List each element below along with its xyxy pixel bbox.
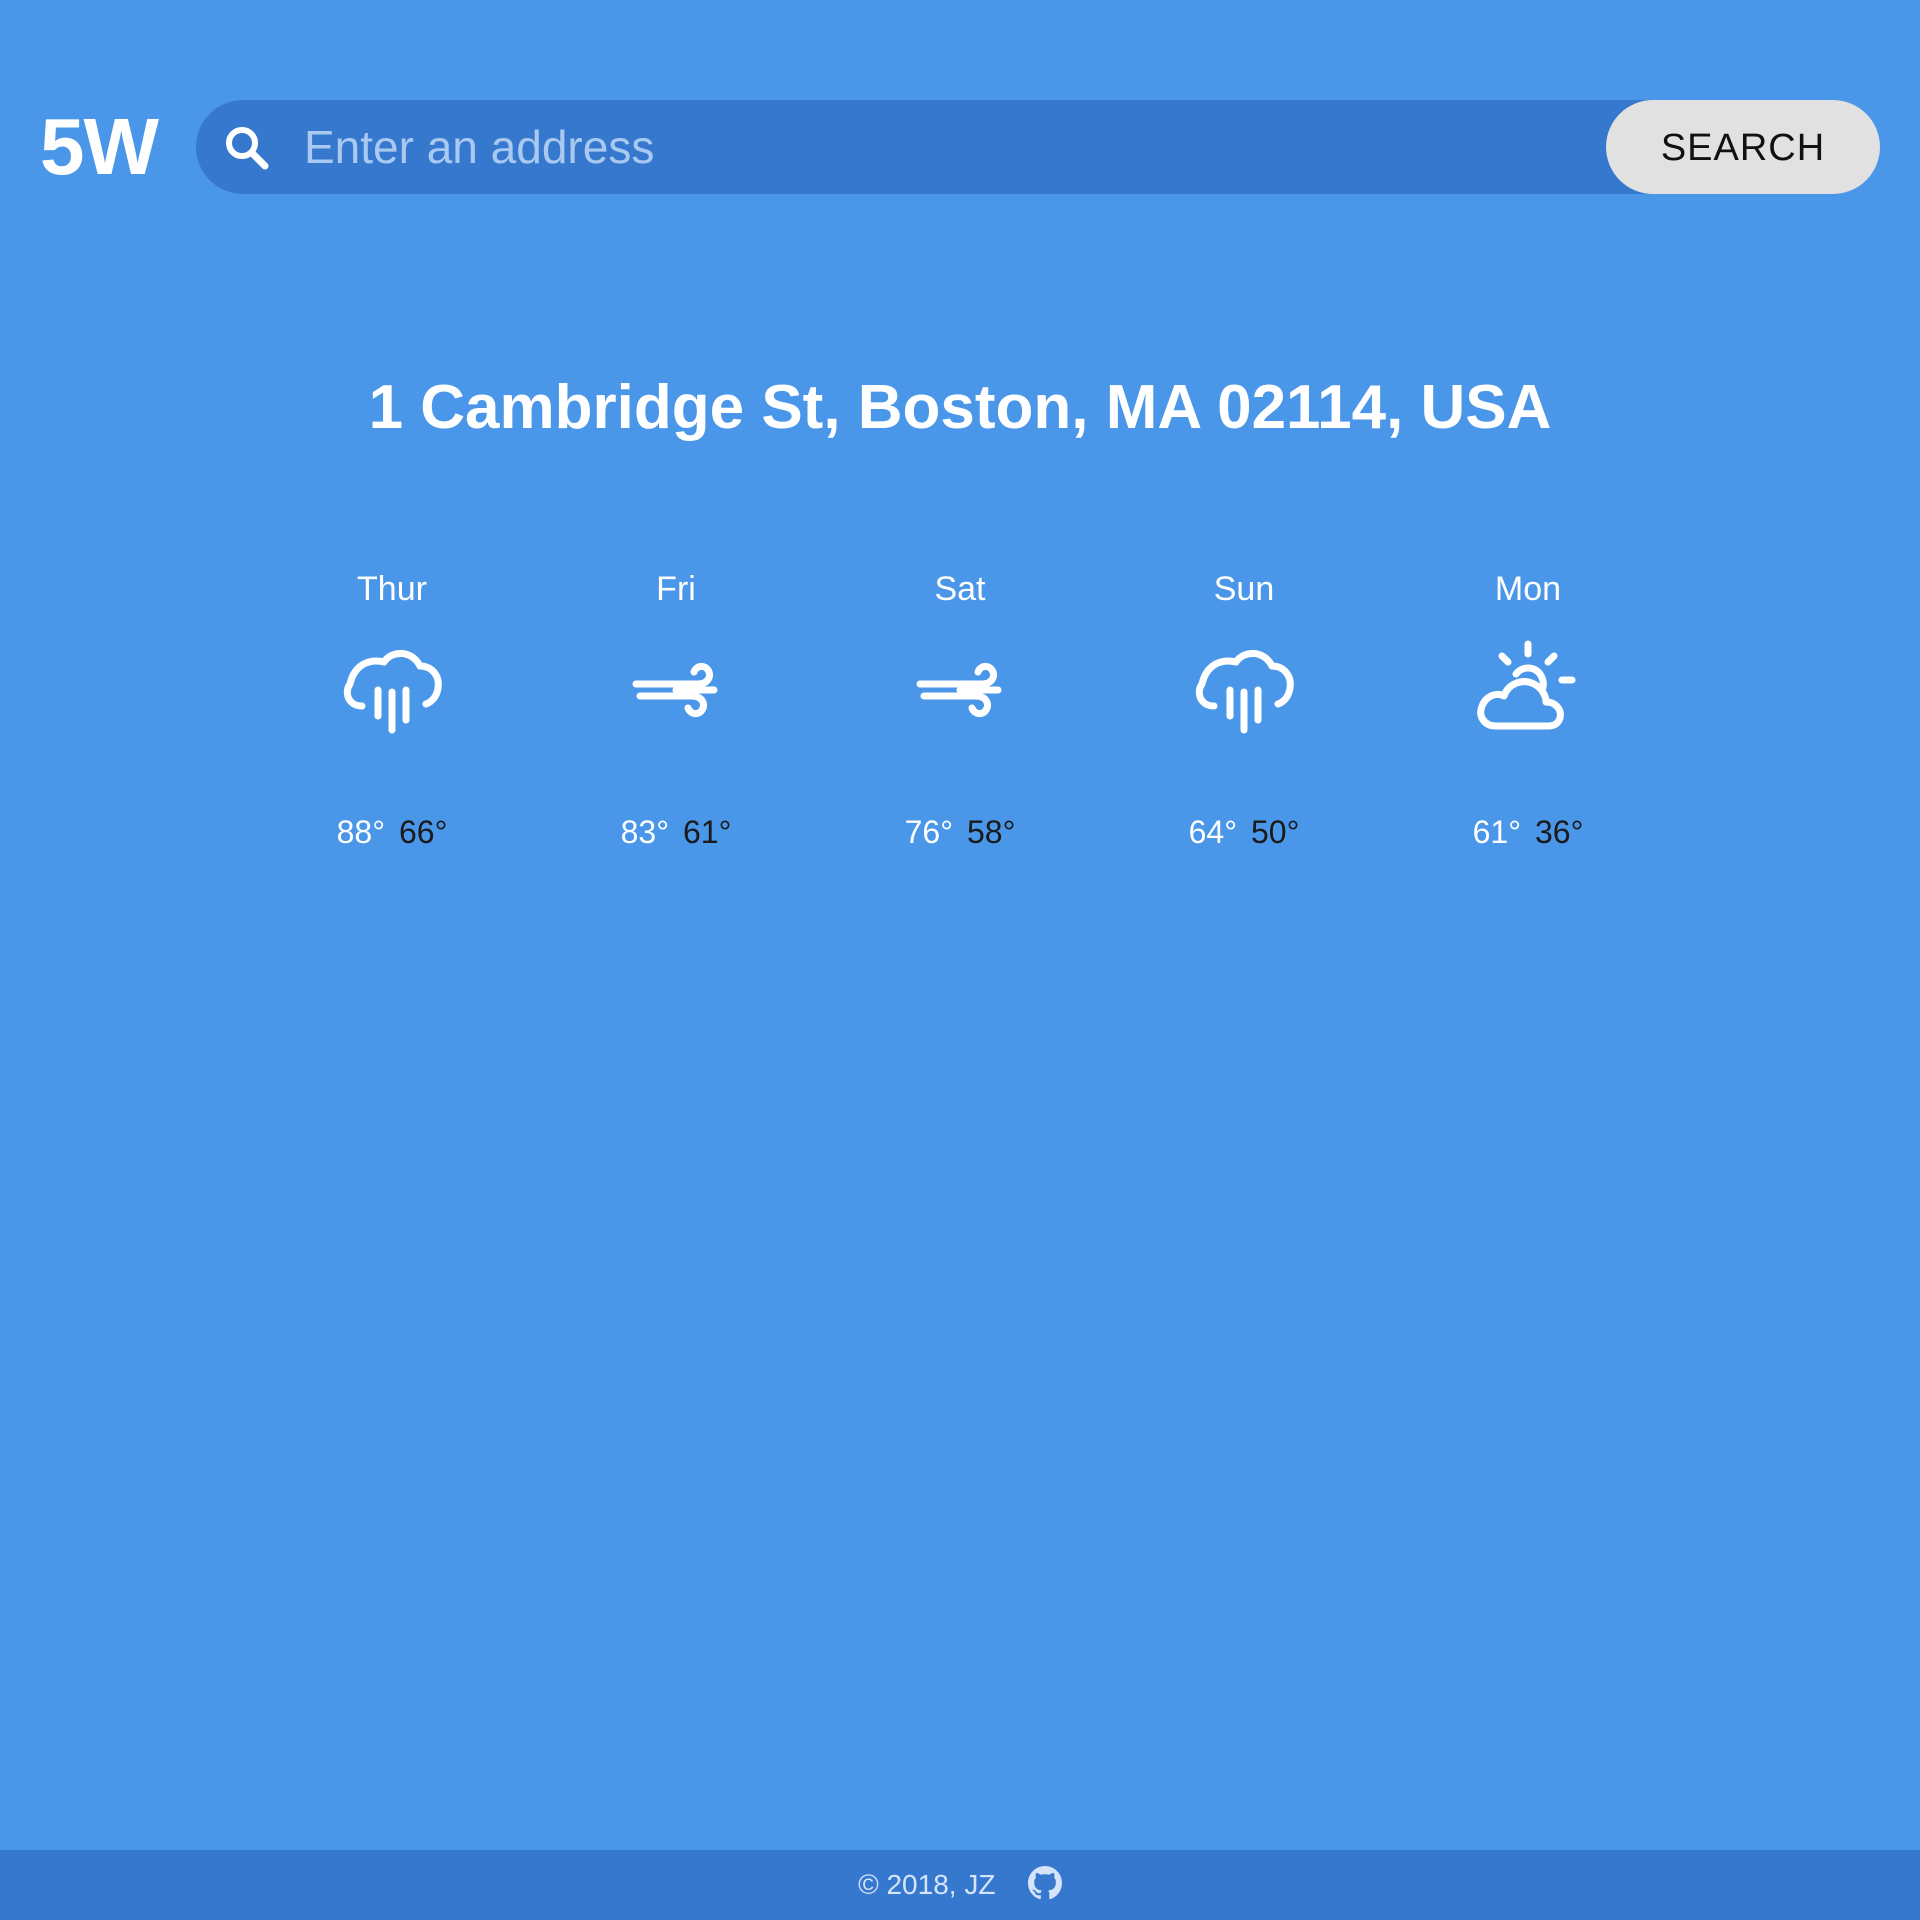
temp-high: 76° xyxy=(904,814,953,850)
copyright-text: © 2018, JZ xyxy=(858,1869,996,1900)
day-name: Mon xyxy=(1494,570,1562,608)
forecast-day: Mon 61° 36° xyxy=(1408,560,1648,860)
temperatures: 61° 36° xyxy=(1408,814,1648,851)
footer: © 2018, JZ xyxy=(0,1850,1920,1920)
temp-low: 36° xyxy=(1535,814,1584,850)
temp-low: 66° xyxy=(399,814,448,850)
temperatures: 64° 50° xyxy=(1124,814,1364,851)
temp-high: 61° xyxy=(1472,814,1521,850)
header: 5W SEARCH xyxy=(0,100,1920,194)
rain-icon xyxy=(1195,650,1294,734)
forecast-day: Sat 76° 58° xyxy=(840,560,1080,860)
rain-icon xyxy=(343,650,442,734)
forecast-day: Sun 64° 50° xyxy=(1124,560,1364,860)
location-title: 1 Cambridge St, Boston, MA 02114, USA xyxy=(368,373,1552,442)
search-icon xyxy=(226,127,269,170)
day-name: Sun xyxy=(1213,570,1275,608)
wind-icon xyxy=(632,662,718,718)
weather-app: 5W SEARCH 1 Cambridge St, Boston, MA 021… xyxy=(0,0,1920,1920)
day-name: Fri xyxy=(656,570,696,608)
forecast-day: Fri 83° 61° xyxy=(556,560,796,860)
search-button[interactable]: SEARCH xyxy=(1606,100,1880,194)
forecast: Thur 88° 66° Fri 83° 61° Sat 76° 58° Sun… xyxy=(0,560,1920,860)
wind-icon xyxy=(916,662,1002,718)
temp-low: 61° xyxy=(683,814,732,850)
temp-high: 88° xyxy=(336,814,385,850)
search-input[interactable] xyxy=(304,100,1564,194)
temperatures: 76° 58° xyxy=(840,814,1080,851)
forecast-day: Thur 88° 66° xyxy=(272,560,512,860)
partly-cloudy-icon xyxy=(1477,640,1576,730)
temperatures: 83° 61° xyxy=(556,814,796,851)
temp-high: 64° xyxy=(1188,814,1237,850)
app-logo[interactable]: 5W xyxy=(40,100,159,194)
day-name: Thur xyxy=(357,570,427,608)
github-icon[interactable] xyxy=(1027,1866,1062,1900)
day-name: Sat xyxy=(934,570,986,608)
temp-high: 83° xyxy=(620,814,669,850)
temperatures: 88° 66° xyxy=(272,814,512,851)
temp-low: 58° xyxy=(967,814,1016,850)
temp-low: 50° xyxy=(1251,814,1300,850)
search-bar: SEARCH xyxy=(196,100,1880,194)
